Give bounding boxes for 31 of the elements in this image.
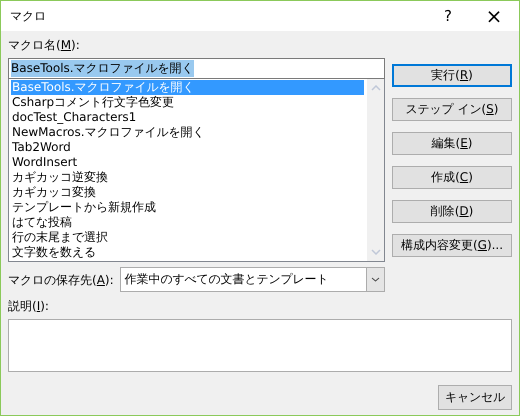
chevron-down-icon [371, 277, 380, 282]
macro-list-item[interactable]: テンプレートから新規作成 [11, 200, 367, 215]
macro-list-item[interactable]: NewMacros.マクロファイルを開く [11, 125, 367, 140]
save-location-dropdown[interactable]: 作業中のすべての文書とテンプレート [120, 267, 385, 292]
macro-list-item[interactable]: はてな投稿 [11, 215, 367, 230]
scroll-up-icon[interactable] [370, 85, 380, 91]
macro-list-item[interactable]: カギカッコ逆変換 [11, 170, 367, 185]
macro-name-field[interactable]: BaseTools.マクロファイルを開く [8, 58, 385, 79]
close-button[interactable]: × [471, 4, 517, 28]
help-button[interactable]: ? [425, 7, 471, 25]
window-title: マクロ [10, 8, 47, 24]
macro-list-item[interactable]: Csharpコメント行文字色変更 [11, 95, 367, 110]
macro-list-item[interactable]: WordInsert [11, 155, 367, 170]
description-label: 説明(I): [8, 298, 50, 314]
macro-list-item[interactable]: カギカッコ変換 [11, 185, 367, 200]
description-field[interactable] [8, 319, 512, 372]
macro-list-item[interactable]: 行の末尾まで選択 [11, 230, 367, 245]
scrollbar[interactable] [367, 79, 384, 261]
action-button[interactable]: 編集(E) [392, 132, 512, 155]
action-button[interactable]: 構成内容変更(G)... [392, 234, 512, 257]
macro-list-item[interactable]: 文字数を数える [11, 245, 367, 260]
action-button[interactable]: 作成(C) [392, 166, 512, 189]
scroll-down-icon[interactable] [370, 249, 380, 255]
macro-list-item[interactable]: Tab2Word [11, 140, 367, 155]
action-button[interactable]: ステップ イン(S) [392, 98, 512, 121]
macro-list-item[interactable]: docTest_Characters1 [11, 110, 367, 125]
cancel-button[interactable]: キャンセル [438, 385, 512, 410]
save-location-label: マクロの保存先(A): [8, 272, 114, 288]
action-button[interactable]: 削除(D) [392, 200, 512, 223]
action-button[interactable]: 実行(R) [392, 64, 512, 87]
macro-name-label: マクロ名(M): [8, 37, 81, 53]
